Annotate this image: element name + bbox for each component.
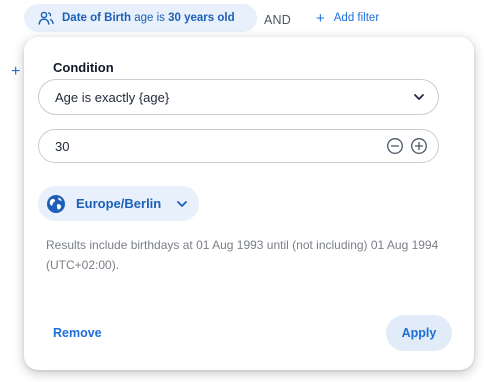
condition-select[interactable]: Age is exactly {age} bbox=[38, 79, 439, 115]
and-operator-label: AND bbox=[264, 13, 291, 27]
add-filter-label: Add filter bbox=[333, 12, 380, 24]
chip-field: Date of Birth bbox=[62, 12, 131, 24]
timezone-value: Europe/Berlin bbox=[76, 196, 162, 211]
plus-icon: + bbox=[316, 9, 325, 27]
timezone-select[interactable]: Europe/Berlin bbox=[38, 186, 199, 221]
filter-chip-date-of-birth[interactable]: Date of Birth age is 30 years old bbox=[24, 4, 257, 32]
age-number-input[interactable]: 30 bbox=[38, 129, 439, 163]
increment-icon[interactable] bbox=[410, 137, 428, 155]
results-info-text: Results include birthdays at 01 Aug 1993… bbox=[46, 238, 439, 272]
apply-button[interactable]: Apply bbox=[386, 315, 452, 351]
add-filter-button[interactable]: + Add filter bbox=[316, 9, 379, 27]
age-value[interactable]: 30 bbox=[55, 139, 380, 154]
remove-button[interactable]: Remove bbox=[53, 326, 102, 340]
filter-editor: Date of Birth age is 30 years old AND + … bbox=[0, 0, 484, 382]
decrement-icon[interactable] bbox=[386, 137, 404, 155]
chip-connector: age bbox=[134, 12, 154, 24]
condition-popover: Condition Age is exactly {age} 30 Europe… bbox=[24, 37, 474, 370]
apply-label: Apply bbox=[401, 326, 437, 340]
add-group-icon[interactable]: + bbox=[11, 64, 20, 80]
chip-operator: is bbox=[156, 12, 165, 24]
chip-value: 30 years old bbox=[168, 12, 235, 24]
condition-select-value: Age is exactly {age} bbox=[55, 89, 170, 105]
globe-icon bbox=[47, 194, 65, 213]
condition-label: Condition bbox=[53, 60, 114, 75]
chevron-down-icon bbox=[414, 94, 424, 100]
chevron-down-icon bbox=[177, 200, 187, 207]
person-icon bbox=[38, 11, 54, 25]
